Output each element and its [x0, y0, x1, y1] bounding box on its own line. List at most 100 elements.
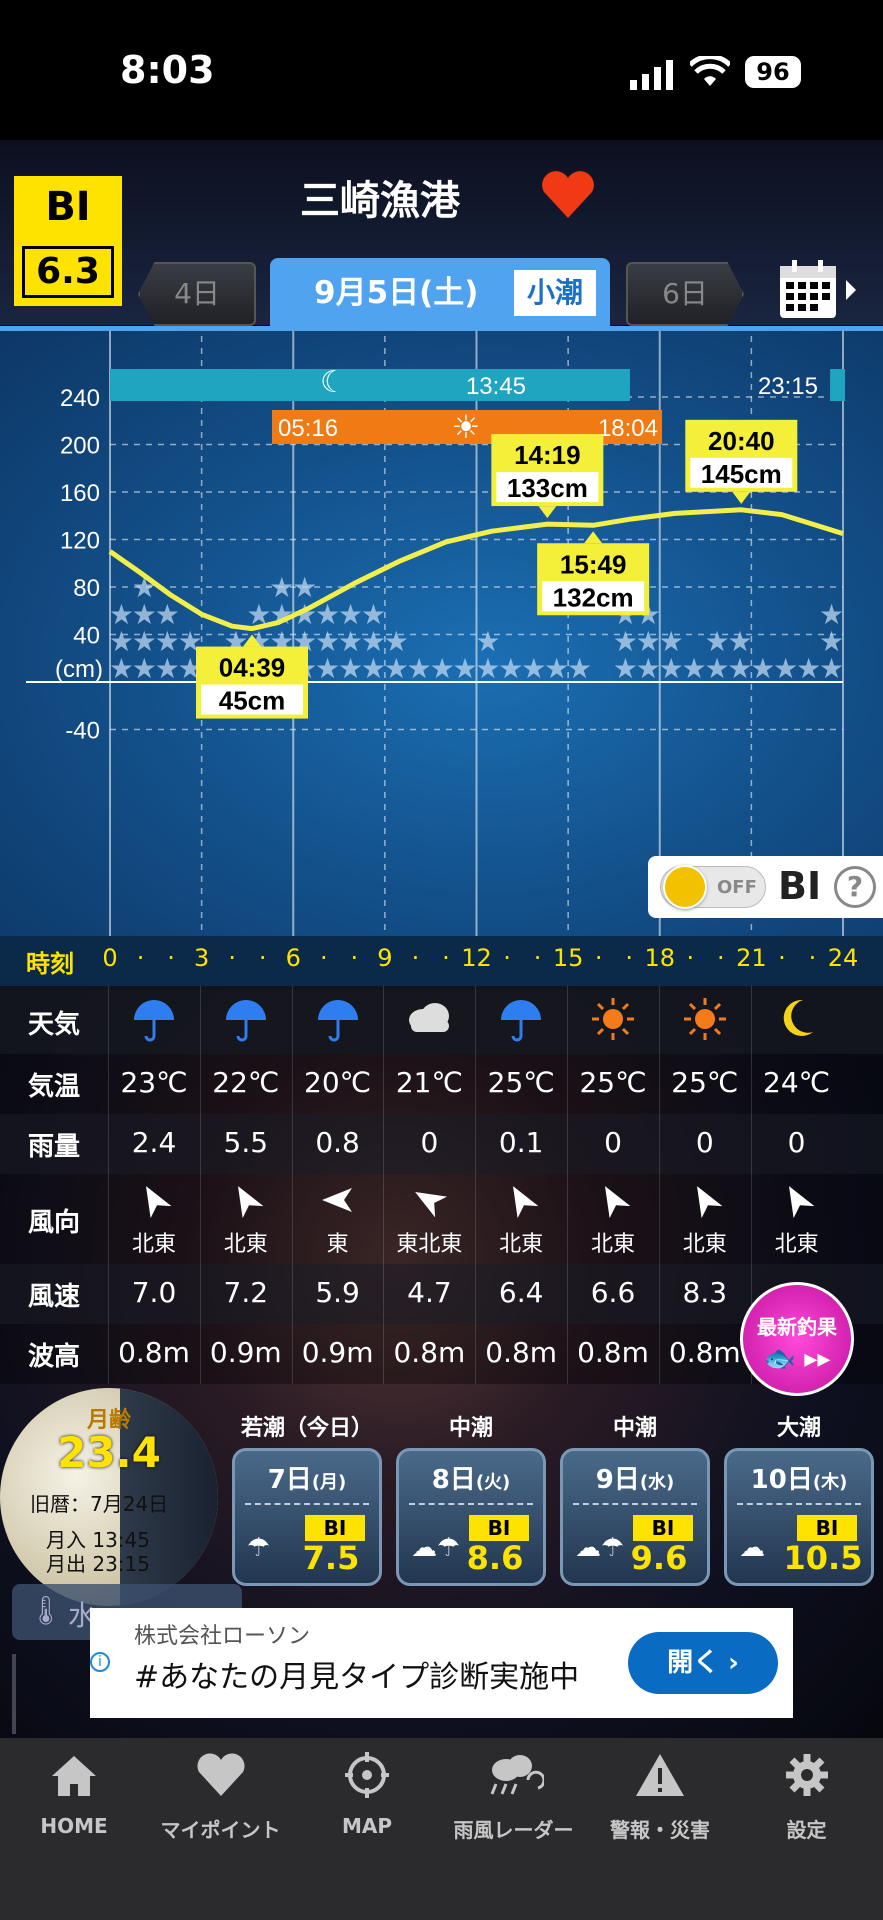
gear-icon — [737, 1752, 877, 1808]
day-bi-label: BI — [305, 1515, 365, 1541]
y-tick-label: -40 — [65, 718, 100, 745]
y-tick-label: 120 — [60, 528, 100, 555]
day-of-week: (水) — [639, 1472, 675, 1493]
sun-icon — [567, 996, 659, 1049]
tide-time: 15:49 — [560, 549, 627, 579]
bi-star: ★ — [727, 625, 752, 658]
time-tick: 15 — [552, 944, 584, 972]
wind-speed-value: 6.4 — [498, 1276, 544, 1309]
tab-home[interactable]: HOME — [4, 1752, 144, 1838]
wind-arrow-icon — [108, 1182, 200, 1225]
tide-height: 145cm — [701, 459, 782, 489]
time-dot: · — [686, 944, 695, 972]
bi-star: ★ — [682, 652, 707, 685]
card-divider — [409, 1503, 533, 1505]
y-tick-label: 160 — [60, 480, 100, 507]
y-tick-label: 200 — [60, 433, 100, 460]
tide-height: 133cm — [507, 473, 588, 503]
tab-label: マイポイント — [160, 1818, 281, 1842]
time-dot: · — [136, 944, 145, 972]
moon-icon — [751, 996, 843, 1047]
home-icon — [4, 1752, 144, 1808]
bi-label: BI — [45, 184, 91, 230]
wind-direction-value: 東 — [326, 1232, 349, 1257]
day-number: 7日 — [267, 1465, 312, 1495]
moon-icon: ☾ — [320, 365, 347, 400]
current-date: 9月5日(土) — [314, 275, 479, 311]
bi-star: ★ — [452, 652, 477, 685]
moon-phase-widget: 月齢 23.4 旧暦：7月24日 月入 13:45 月出 23:15 — [0, 1388, 218, 1606]
moon-up-bar — [110, 369, 630, 401]
label-pointer — [538, 506, 557, 519]
temp-value: 22℃ — [212, 1066, 280, 1099]
thermometer-icon: 🌡 — [28, 1594, 64, 1627]
ad-info-icon[interactable]: i — [90, 1652, 110, 1672]
wind-speed-value: 7.2 — [223, 1276, 269, 1309]
sunrise-label: 05:16 — [278, 415, 338, 442]
ad-open-button[interactable]: 開く › — [628, 1632, 778, 1694]
time-axis: 時刻 0 · · 3 · · 6 · · 9 · · 12 · · 15 · · 18 · · 21 · · 24 — [0, 936, 883, 986]
tab-rain-wind-radar[interactable]: 雨風レーダー — [444, 1752, 584, 1843]
bi-value: 6.3 — [22, 246, 114, 298]
status-time: 8:03 — [120, 48, 215, 92]
moon-rise-time: 月出 23:15 — [46, 1552, 150, 1576]
wind-speed-value: 6.6 — [590, 1276, 636, 1309]
rain-value: 2.4 — [131, 1126, 177, 1159]
bi-star: ★ — [498, 652, 523, 685]
tab-my-point[interactable]: マイポイント — [151, 1752, 291, 1843]
tide-chart: 240 200 160 120 80 40 -40 (cm) ★ ★ ★ ★ ★ ★ ★ ★ ★ ★ ★ ★ ★ ★ ★ ★ ★… — [0, 300, 883, 936]
day-forecast-card[interactable]: 9日(水) ☁☂ BI 9.6 — [560, 1448, 710, 1586]
tide-height: 45cm — [219, 686, 286, 716]
y-tick-label: 80 — [73, 575, 100, 602]
wifi-icon — [690, 56, 730, 86]
card-divider — [573, 1503, 697, 1505]
day-bi-value: 10.5 — [783, 1539, 863, 1577]
day-bi-value: 8.6 — [466, 1539, 524, 1577]
sunset-label: 18:04 — [598, 415, 658, 442]
tab-current-day[interactable]: 9月5日(土) 小潮 — [270, 258, 610, 330]
wind-direction-value: 北東 — [590, 1232, 635, 1257]
bi-star: ★ — [109, 598, 134, 631]
day-tide-name: 若潮（今日） — [240, 1416, 373, 1441]
ad-banner[interactable]: i 株式会社ローソン #あなたの月見タイプ診断実施中 開く › — [90, 1608, 793, 1718]
tide-time: 20:40 — [708, 426, 775, 456]
rain-value: 5.5 — [223, 1126, 269, 1159]
day-forecast-card[interactable]: 10日(木) ☁ BI 10.5 — [724, 1448, 874, 1586]
heart-icon[interactable] — [540, 170, 596, 220]
temp-value: 25℃ — [671, 1066, 739, 1099]
wind-direction-value: 北東 — [223, 1232, 268, 1257]
tide-time: 04:39 — [219, 653, 286, 683]
help-icon[interactable]: ? — [834, 866, 876, 908]
wind-speed-value: 7.0 — [131, 1276, 177, 1309]
bi-index-box[interactable]: BI 6.3 — [14, 176, 122, 306]
tab-settings[interactable]: 設定 — [737, 1752, 877, 1843]
wind-arrow-icon — [567, 1182, 659, 1225]
calendar-icon[interactable] — [778, 258, 862, 320]
day-forecast-card[interactable]: 8日(火) ☁☂ BI 8.6 — [396, 1448, 546, 1586]
bi-star: ★ — [544, 652, 569, 685]
day-tide-name: 大潮 — [776, 1416, 821, 1441]
day-date: 8日(火) — [399, 1459, 543, 1496]
bi-star: ★ — [659, 625, 684, 658]
fish-icon: 🐟 ▸▸ — [763, 1344, 831, 1374]
rain-value: 0 — [695, 1126, 714, 1159]
latest-catch-button[interactable]: 最新釣果 🐟 ▸▸ — [740, 1282, 854, 1396]
time-dot: · — [594, 944, 603, 972]
tab-prev-day[interactable]: 4日 — [138, 262, 256, 326]
bi-star: ★ — [361, 598, 386, 631]
tide-extreme-label: 15:49132cm — [537, 531, 650, 616]
tab-map[interactable]: MAP — [297, 1752, 437, 1838]
time-tick: 3 — [193, 944, 210, 972]
tab-alert-disaster[interactable]: 警報・災害 — [590, 1752, 730, 1843]
umbrella-icon — [292, 996, 384, 1051]
y-axis-unit: (cm) — [55, 656, 103, 683]
rain-value: 0 — [420, 1126, 439, 1159]
bi-star: ★ — [750, 652, 775, 685]
time-tick: 18 — [644, 944, 676, 972]
bi-toggle-panel: OFF BI ? — [648, 856, 883, 918]
wind-arrow-icon — [383, 1182, 475, 1225]
day-forecast-card[interactable]: 7日(月) ☂ BI 7.5 — [232, 1448, 382, 1586]
tab-next-day[interactable]: 6日 — [626, 262, 744, 326]
row-label-weather: 天気 — [28, 1010, 81, 1040]
bi-toggle-switch[interactable]: OFF — [660, 865, 766, 909]
